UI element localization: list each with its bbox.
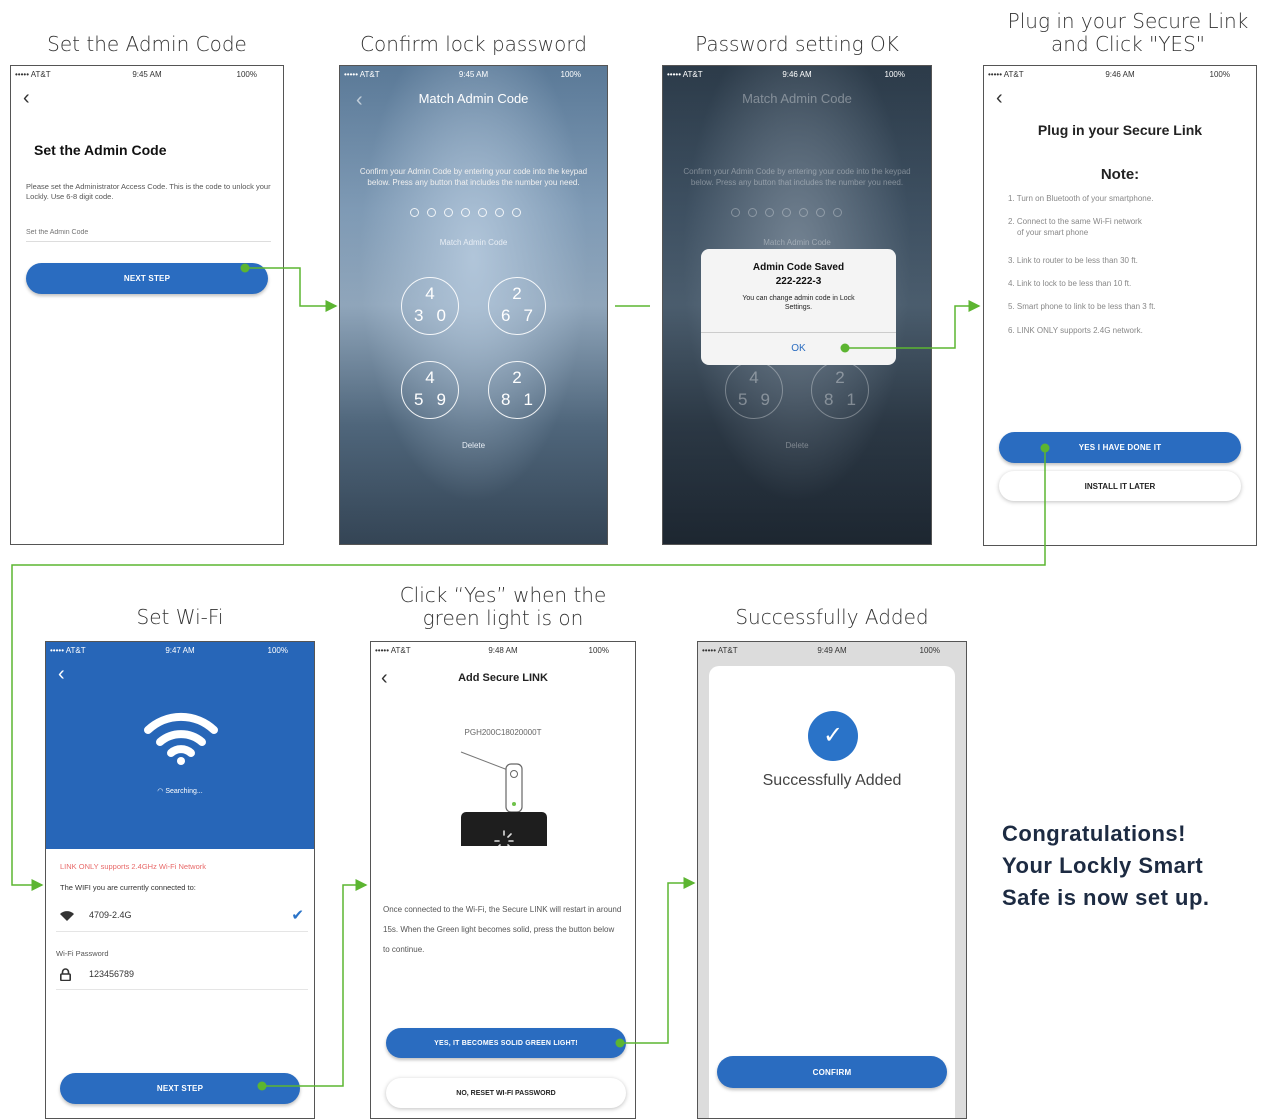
step7-caption: Successfully Added xyxy=(735,605,929,629)
note-title: Note: xyxy=(1100,166,1140,183)
warning-text: LINK ONLY supports 2.4GHz Wi-Fi Network xyxy=(60,862,207,871)
match-label: Match Admin Code xyxy=(763,238,831,247)
screen-successfully-added: ••••• AT&T 9:49 AM 100% ✓ Successfully A… xyxy=(697,641,967,1119)
check-icon: ✔ xyxy=(291,907,304,924)
back-chevron-icon[interactable]: ‹ xyxy=(58,664,65,684)
next-step-button[interactable]: NEXT STEP xyxy=(26,263,268,294)
note-item: of your smart phone xyxy=(1017,228,1089,237)
battery-label: 100% xyxy=(919,646,940,655)
status-bar: ••••• AT&T 9:46 AM 100% xyxy=(984,68,1256,82)
congrats-line-1: Congratulations! xyxy=(1002,821,1186,846)
description-text: Once connected to the Wi-Fi, the Secure … xyxy=(383,905,622,954)
status-bar: ••••• AT&T 9:49 AM 100% xyxy=(698,644,966,658)
step1-caption: Set the Admin Code xyxy=(47,32,247,56)
congrats-line-3: Safe is now set up. xyxy=(1002,885,1210,910)
confirm-button[interactable]: CONFIRM xyxy=(717,1056,947,1088)
step4-caption-line2: and Click "YES" xyxy=(1051,32,1205,56)
battery-label: 100% xyxy=(236,70,257,79)
password-field[interactable]: 123456789 xyxy=(56,962,308,990)
alert-dialog: Admin Code Saved 222-222-3 You can chang… xyxy=(701,249,896,365)
status-bar: ••••• AT&T 9:47 AM 100% xyxy=(46,644,314,658)
step6-caption-line1: Click “Yes” when the xyxy=(399,583,607,607)
step3-caption: Password setting OK xyxy=(695,32,899,56)
screen-set-wifi: ••••• AT&T 9:47 AM 100% ‹ ◠ Searching...… xyxy=(45,641,315,1119)
keypad-button[interactable]: 430 xyxy=(401,277,459,335)
delete-button[interactable]: Delete xyxy=(340,441,607,450)
step2-caption: Confirm lock password xyxy=(360,32,587,56)
lock-icon xyxy=(60,968,71,981)
network-name: 4709-2.4G xyxy=(89,910,132,920)
description-text: Please set the Administrator Access Code… xyxy=(26,182,271,201)
status-bar: ••••• AT&T 9:45 AM 100% xyxy=(11,68,283,82)
match-label: Match Admin Code xyxy=(439,238,508,247)
keypad-button[interactable]: 459 xyxy=(401,361,459,419)
next-step-button[interactable]: NEXT STEP xyxy=(60,1073,300,1104)
battery-label: 100% xyxy=(1209,70,1230,79)
screen-plug-in-link: ••••• AT&T 9:46 AM 100% ‹ Plug in your S… xyxy=(983,65,1257,546)
note-item: 3. Link to router to be less than 30 ft. xyxy=(1008,256,1138,265)
password-label: Wi-Fi Password xyxy=(56,949,109,958)
secure-link-device-image xyxy=(460,751,547,846)
battery-label: 100% xyxy=(267,646,288,655)
code-dots xyxy=(410,208,521,217)
screen-set-admin-code: ••••• AT&T 9:45 AM 100% ‹ Set the Admin … xyxy=(10,65,284,545)
admin-code-input[interactable] xyxy=(26,224,271,242)
wifi-network-row[interactable]: 4709-2.4G ✔ xyxy=(56,902,308,932)
screen-match-admin-code: ••••• AT&T 9:45 AM 100% ‹ Match Admin Co… xyxy=(339,65,608,545)
keypad-button[interactable]: 281 xyxy=(488,361,546,419)
yes-solid-green-button[interactable]: YES, IT BECOMES SOLID GREEN LIGHT! xyxy=(386,1028,626,1058)
battery-label: 100% xyxy=(588,646,609,655)
step6-caption-line2: green light is on xyxy=(422,606,584,630)
keypad-button[interactable]: 459 xyxy=(725,361,783,419)
serial-number: PGH200C18020000T xyxy=(464,728,542,737)
searching-label: ◠ Searching... xyxy=(157,788,203,795)
page-title: Set the Admin Code xyxy=(34,142,167,158)
page-title: Match Admin Code xyxy=(742,91,852,106)
password-value: 123456789 xyxy=(89,969,135,979)
keypad-button[interactable]: 281 xyxy=(811,361,869,419)
delete-button[interactable]: Delete xyxy=(663,441,931,450)
step4-caption-line1: Plug in your Secure Link xyxy=(1007,9,1249,33)
connected-label: The WIFI you are currently connected to: xyxy=(60,883,196,892)
screen-add-secure-link: ••••• AT&T 9:48 AM 100% ‹ Add Secure LIN… xyxy=(370,641,636,1119)
page-title: Match Admin Code xyxy=(418,91,529,106)
yes-done-button[interactable]: YES I HAVE DONE IT xyxy=(999,432,1241,463)
success-message: Successfully Added xyxy=(762,772,902,789)
instructions-text: Confirm your Admin Code by entering your… xyxy=(359,167,588,187)
dialog-title: Admin Code Saved xyxy=(752,262,845,273)
install-later-button[interactable]: INSTALL IT LATER xyxy=(999,471,1241,501)
spinner-icon: ◠ xyxy=(157,788,164,795)
status-bar: ••••• AT&T 9:48 AM 100% xyxy=(371,644,635,658)
battery-label: 100% xyxy=(560,70,581,79)
note-item: 5. Smart phone to link to be less than 3… xyxy=(1008,302,1156,311)
instructions-text: Confirm your Admin Code by entering your… xyxy=(683,167,911,187)
status-bar: ••••• AT&T 9:46 AM 100% xyxy=(663,68,931,82)
wifi-icon xyxy=(144,712,218,765)
code-dots xyxy=(731,208,842,217)
page-title: Plug in your Secure Link xyxy=(1037,122,1203,138)
success-card: ✓ Successfully Added CONFIRM xyxy=(709,666,955,1118)
congrats-line-2: Your Lockly Smart xyxy=(1002,853,1204,878)
battery-label: 100% xyxy=(884,70,905,79)
status-bar: ••••• AT&T 9:45 AM 100% xyxy=(340,68,607,82)
success-check-icon: ✓ xyxy=(808,711,858,761)
note-item: 4. Link to lock to be less than 10 ft. xyxy=(1008,279,1132,288)
keypad-button[interactable]: 267 xyxy=(488,277,546,335)
note-item: 2. Connect to the same Wi-Fi network xyxy=(1008,217,1142,226)
screen-password-saved: ••••• AT&T 9:46 AM 100% Match Admin Code… xyxy=(662,65,932,545)
wifi-signal-icon xyxy=(60,911,74,921)
note-item: 1. Turn on Bluetooth of your smartphone. xyxy=(1008,194,1154,203)
back-chevron-icon[interactable]: ‹ xyxy=(996,88,1003,108)
dialog-ok-button[interactable]: OK xyxy=(701,333,896,365)
congratulations-text: Congratulations! Your Lockly Smart Safe … xyxy=(1002,818,1210,914)
back-chevron-icon[interactable]: ‹ xyxy=(23,88,30,108)
reset-wifi-password-button[interactable]: NO, RESET WI-FI PASSWORD xyxy=(386,1078,626,1108)
dialog-message: You can change admin code in Lock Settin… xyxy=(742,295,855,311)
page-title: Add Secure LINK xyxy=(458,672,548,684)
dialog-code: 222-222-3 xyxy=(775,276,822,287)
note-item: 6. LINK ONLY supports 2.4G network. xyxy=(1008,326,1143,335)
step5-caption: Set Wi-Fi xyxy=(136,605,224,629)
